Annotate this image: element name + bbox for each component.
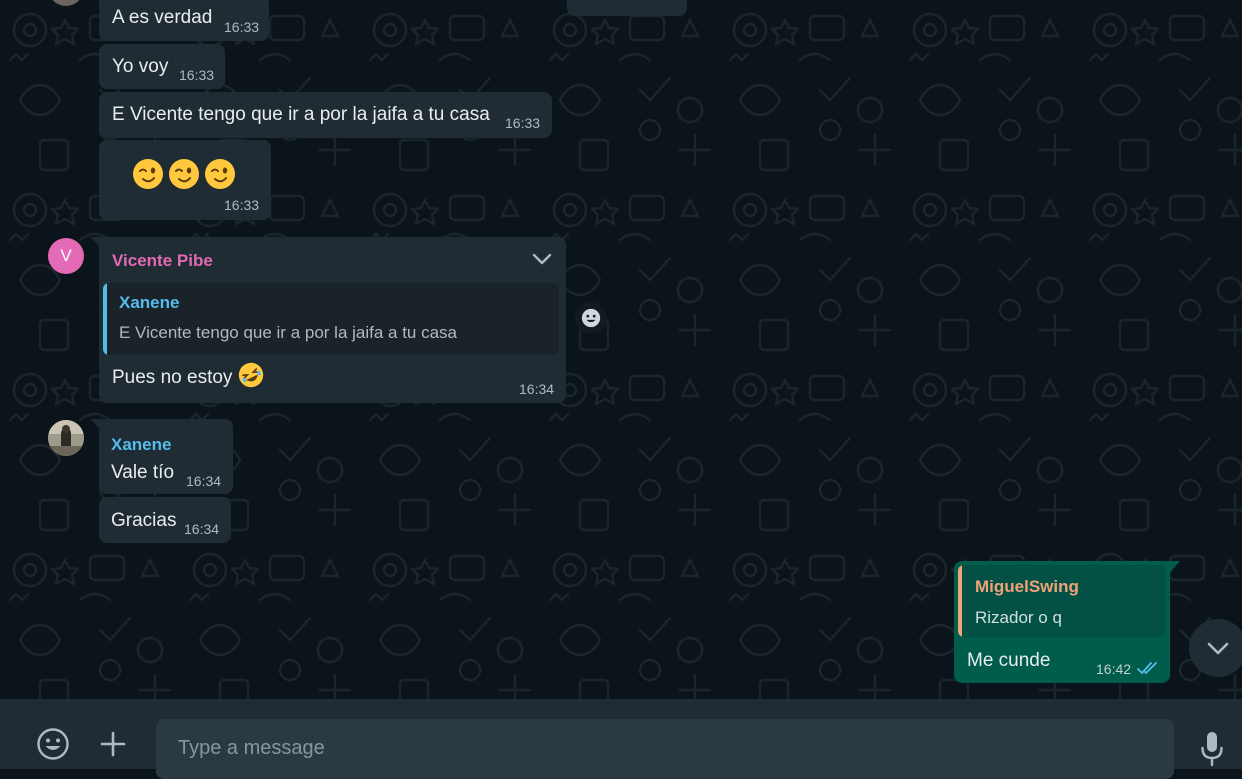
message-time: 16:33 (224, 19, 260, 35)
composer-bar: Type a message (0, 699, 1242, 779)
avatar[interactable]: V (48, 238, 84, 274)
message-bubble[interactable]: E Vicente tengo que ir a por la jaifa a … (99, 92, 552, 138)
wink-emoji (133, 159, 163, 189)
quote-text: E Vicente tengo que ir a por la jaifa a … (119, 323, 458, 342)
message-time: 16:42 (1096, 661, 1132, 677)
avatar[interactable] (48, 420, 84, 456)
microphone-icon (1201, 732, 1223, 767)
message-bubble[interactable]: 16:33 (99, 140, 271, 220)
smiley-icon (37, 728, 69, 760)
message-input[interactable]: Type a message (156, 719, 1174, 779)
message-time: 16:34 (186, 473, 222, 489)
message-bubble[interactable]: A es verdad 16:33 (99, 0, 269, 41)
message-bubble-outgoing[interactable]: MiguelSwing Rizador o q Me cunde 16:42 (954, 561, 1170, 683)
quote-text: Rizador o q (975, 608, 1062, 627)
quoted-message[interactable]: Xanene E Vicente tengo que ir a por la j… (103, 283, 559, 355)
double-check-icon (1137, 662, 1157, 675)
message-input-placeholder: Type a message (178, 737, 325, 759)
message-bubble[interactable]: Gracias 16:34 (99, 497, 231, 543)
quoted-message[interactable]: MiguelSwing Rizador o q (958, 565, 1166, 637)
wink-emoji (205, 159, 235, 189)
message-text: Gracias (111, 510, 177, 531)
plus-icon (100, 731, 126, 757)
voice-message-button[interactable] (1194, 727, 1230, 767)
chevron-down-icon (1207, 642, 1229, 655)
quote-bar (103, 283, 107, 355)
message-time: 16:34 (184, 521, 220, 537)
sender-name[interactable]: Xanene (111, 435, 171, 455)
avatar-letter: V (60, 246, 72, 265)
message-text: Pues no estoy (112, 362, 264, 389)
quote-author: MiguelSwing (975, 577, 1079, 596)
message-time: 16:33 (179, 67, 215, 83)
emoji-button[interactable] (34, 725, 72, 763)
reaction-button[interactable] (575, 302, 607, 334)
chevron-down-icon[interactable] (531, 251, 553, 267)
message-bubble[interactable]: Vicente Pibe Xanene E Vicente tengo que … (99, 237, 566, 403)
scroll-down-button[interactable] (1189, 619, 1242, 677)
attach-button[interactable] (96, 727, 130, 761)
message-text: A es verdad (112, 7, 213, 28)
message-time: 16:34 (519, 381, 555, 397)
wink-emoji (169, 159, 199, 189)
conversation-panel[interactable]: A es verdad 16:33 Yo voy 16:33 E Vicente… (0, 0, 1242, 699)
message-text: Me cunde (967, 650, 1051, 671)
message-bubble[interactable]: Yo voy 16:33 (99, 44, 225, 89)
message-text: E Vicente tengo que ir a por la jaifa a … (112, 104, 490, 125)
message-bubble-partial (567, 0, 687, 16)
message-time: 16:33 (224, 197, 260, 213)
quote-author: Xanene (119, 293, 180, 312)
avatar-photo (48, 420, 84, 456)
message-text-content: Pues no estoy (112, 367, 233, 388)
message-bubble[interactable]: Xanene Vale tío 16:34 (99, 419, 233, 494)
message-text: Yo voy (112, 56, 169, 77)
rofl-emoji (238, 362, 263, 388)
message-text: Vale tío (111, 462, 175, 483)
sender-name[interactable]: Vicente Pibe (112, 251, 213, 271)
smiley-icon (581, 308, 601, 328)
quote-bar (958, 565, 962, 637)
message-time: 16:33 (505, 115, 541, 131)
